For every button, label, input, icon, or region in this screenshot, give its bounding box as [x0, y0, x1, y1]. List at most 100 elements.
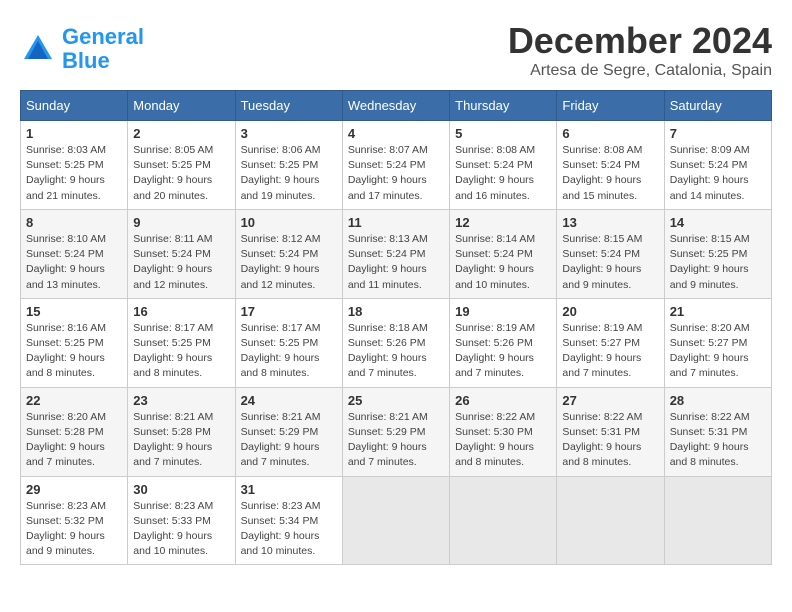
weekday-header-cell: Friday — [557, 91, 664, 121]
day-number: 22 — [26, 393, 122, 408]
day-info: Sunrise: 8:07 AMSunset: 5:24 PMDaylight:… — [348, 143, 444, 204]
day-info: Sunrise: 8:19 AMSunset: 5:26 PMDaylight:… — [455, 321, 551, 382]
calendar-day-cell — [342, 476, 449, 565]
day-info: Sunrise: 8:12 AMSunset: 5:24 PMDaylight:… — [241, 232, 337, 293]
day-number: 3 — [241, 126, 337, 141]
day-info: Sunrise: 8:08 AMSunset: 5:24 PMDaylight:… — [455, 143, 551, 204]
logo-text: General Blue — [62, 25, 144, 73]
weekday-header-cell: Wednesday — [342, 91, 449, 121]
logo: General Blue — [20, 25, 144, 73]
calendar-body: 1Sunrise: 8:03 AMSunset: 5:25 PMDaylight… — [21, 121, 772, 565]
day-info: Sunrise: 8:23 AMSunset: 5:34 PMDaylight:… — [241, 499, 337, 560]
day-info: Sunrise: 8:03 AMSunset: 5:25 PMDaylight:… — [26, 143, 122, 204]
calendar-day-cell: 27 Sunrise: 8:22 AMSunset: 5:31 PMDayligh… — [557, 387, 664, 476]
day-number: 8 — [26, 215, 122, 230]
day-number: 5 — [455, 126, 551, 141]
day-info: Sunrise: 8:21 AMSunset: 5:28 PMDaylight:… — [133, 410, 229, 471]
day-number: 23 — [133, 393, 229, 408]
day-info: Sunrise: 8:14 AMSunset: 5:24 PMDaylight:… — [455, 232, 551, 293]
calendar-day-cell — [557, 476, 664, 565]
calendar-day-cell: 18 Sunrise: 8:18 AMSunset: 5:26 PMDayligh… — [342, 298, 449, 387]
day-info: Sunrise: 8:13 AMSunset: 5:24 PMDaylight:… — [348, 232, 444, 293]
day-number: 4 — [348, 126, 444, 141]
calendar-day-cell: 11 Sunrise: 8:13 AMSunset: 5:24 PMDayligh… — [342, 209, 449, 298]
calendar-day-cell: 28Sunrise: 8:22 AMSunset: 5:31 PMDayligh… — [664, 387, 771, 476]
weekday-header-cell: Thursday — [450, 91, 557, 121]
day-number: 24 — [241, 393, 337, 408]
calendar-day-cell: 16Sunrise: 8:17 AMSunset: 5:25 PMDayligh… — [128, 298, 235, 387]
weekday-header-cell: Tuesday — [235, 91, 342, 121]
day-info: Sunrise: 8:06 AMSunset: 5:25 PMDaylight:… — [241, 143, 337, 204]
day-number: 25 — [348, 393, 444, 408]
calendar-day-cell: 21Sunrise: 8:20 AMSunset: 5:27 PMDayligh… — [664, 298, 771, 387]
day-number: 11 — [348, 215, 444, 230]
day-info: Sunrise: 8:23 AMSunset: 5:32 PMDaylight:… — [26, 499, 122, 560]
calendar-day-cell: 19Sunrise: 8:19 AMSunset: 5:26 PMDayligh… — [450, 298, 557, 387]
day-info: Sunrise: 8:22 AMSunset: 5:30 PMDaylight:… — [455, 410, 551, 471]
weekday-header-cell: Saturday — [664, 91, 771, 121]
day-info: Sunrise: 8:08 AMSunset: 5:24 PMDaylight:… — [562, 143, 658, 204]
day-number: 27 — [562, 393, 658, 408]
calendar-day-cell: 20Sunrise: 8:19 AMSunset: 5:27 PMDayligh… — [557, 298, 664, 387]
weekday-header-row: SundayMondayTuesdayWednesdayThursdayFrid… — [21, 91, 772, 121]
calendar-day-cell — [664, 476, 771, 565]
day-number: 29 — [26, 482, 122, 497]
calendar-week-row: 29 Sunrise: 8:23 AMSunset: 5:32 PMDayligh… — [21, 476, 772, 565]
calendar-day-cell: 31 Sunrise: 8:23 AMSunset: 5:34 PMDayligh… — [235, 476, 342, 565]
weekday-header-cell: Monday — [128, 91, 235, 121]
day-number: 2 — [133, 126, 229, 141]
day-number: 26 — [455, 393, 551, 408]
day-info: Sunrise: 8:09 AMSunset: 5:24 PMDaylight:… — [670, 143, 766, 204]
calendar-day-cell: 12 Sunrise: 8:14 AMSunset: 5:24 PMDayligh… — [450, 209, 557, 298]
calendar-day-cell: 3 Sunrise: 8:06 AMSunset: 5:25 PMDaylight… — [235, 121, 342, 210]
day-number: 16 — [133, 304, 229, 319]
day-info: Sunrise: 8:20 AMSunset: 5:28 PMDaylight:… — [26, 410, 122, 471]
day-info: Sunrise: 8:05 AMSunset: 5:25 PMDaylight:… — [133, 143, 229, 204]
month-title: December 2024 — [508, 20, 772, 62]
logo-line2: Blue — [62, 48, 110, 73]
calendar-day-cell: 8Sunrise: 8:10 AMSunset: 5:24 PMDaylight… — [21, 209, 128, 298]
day-number: 30 — [133, 482, 229, 497]
calendar-table: SundayMondayTuesdayWednesdayThursdayFrid… — [20, 90, 772, 565]
weekday-header-cell: Sunday — [21, 91, 128, 121]
calendar-day-cell: 29 Sunrise: 8:23 AMSunset: 5:32 PMDayligh… — [21, 476, 128, 565]
calendar-day-cell: 4 Sunrise: 8:07 AMSunset: 5:24 PMDaylight… — [342, 121, 449, 210]
day-info: Sunrise: 8:11 AMSunset: 5:24 PMDaylight:… — [133, 232, 229, 293]
calendar-day-cell: 25 Sunrise: 8:21 AMSunset: 5:29 PMDayligh… — [342, 387, 449, 476]
day-number: 10 — [241, 215, 337, 230]
day-info: Sunrise: 8:21 AMSunset: 5:29 PMDaylight:… — [348, 410, 444, 471]
day-info: Sunrise: 8:22 AMSunset: 5:31 PMDaylight:… — [562, 410, 658, 471]
day-info: Sunrise: 8:18 AMSunset: 5:26 PMDaylight:… — [348, 321, 444, 382]
day-number: 12 — [455, 215, 551, 230]
day-number: 31 — [241, 482, 337, 497]
day-number: 7 — [670, 126, 766, 141]
day-number: 14 — [670, 215, 766, 230]
calendar-week-row: 22 Sunrise: 8:20 AMSunset: 5:28 PMDayligh… — [21, 387, 772, 476]
calendar-day-cell: 10 Sunrise: 8:12 AMSunset: 5:24 PMDayligh… — [235, 209, 342, 298]
calendar-day-cell: 9 Sunrise: 8:11 AMSunset: 5:24 PMDaylight… — [128, 209, 235, 298]
day-info: Sunrise: 8:15 AMSunset: 5:25 PMDaylight:… — [670, 232, 766, 293]
calendar-week-row: 8Sunrise: 8:10 AMSunset: 5:24 PMDaylight… — [21, 209, 772, 298]
calendar-day-cell: 5 Sunrise: 8:08 AMSunset: 5:24 PMDaylight… — [450, 121, 557, 210]
day-number: 15 — [26, 304, 122, 319]
calendar-day-cell: 30 Sunrise: 8:23 AMSunset: 5:33 PMDayligh… — [128, 476, 235, 565]
day-number: 6 — [562, 126, 658, 141]
calendar-day-cell: 26 Sunrise: 8:22 AMSunset: 5:30 PMDayligh… — [450, 387, 557, 476]
day-info: Sunrise: 8:17 AMSunset: 5:25 PMDaylight:… — [241, 321, 337, 382]
day-info: Sunrise: 8:23 AMSunset: 5:33 PMDaylight:… — [133, 499, 229, 560]
day-number: 9 — [133, 215, 229, 230]
logo-icon — [20, 31, 56, 67]
day-number: 20 — [562, 304, 658, 319]
calendar-day-cell — [450, 476, 557, 565]
title-block: December 2024 Artesa de Segre, Catalonia… — [508, 20, 772, 80]
day-number: 13 — [562, 215, 658, 230]
calendar-day-cell: 2 Sunrise: 8:05 AMSunset: 5:25 PMDaylight… — [128, 121, 235, 210]
calendar-day-cell: 1Sunrise: 8:03 AMSunset: 5:25 PMDaylight… — [21, 121, 128, 210]
logo-line1: General — [62, 24, 144, 49]
day-number: 18 — [348, 304, 444, 319]
calendar-day-cell: 17Sunrise: 8:17 AMSunset: 5:25 PMDayligh… — [235, 298, 342, 387]
calendar-week-row: 1Sunrise: 8:03 AMSunset: 5:25 PMDaylight… — [21, 121, 772, 210]
calendar-day-cell: 22 Sunrise: 8:20 AMSunset: 5:28 PMDayligh… — [21, 387, 128, 476]
day-info: Sunrise: 8:16 AMSunset: 5:25 PMDaylight:… — [26, 321, 122, 382]
calendar-week-row: 15 Sunrise: 8:16 AMSunset: 5:25 PMDayligh… — [21, 298, 772, 387]
